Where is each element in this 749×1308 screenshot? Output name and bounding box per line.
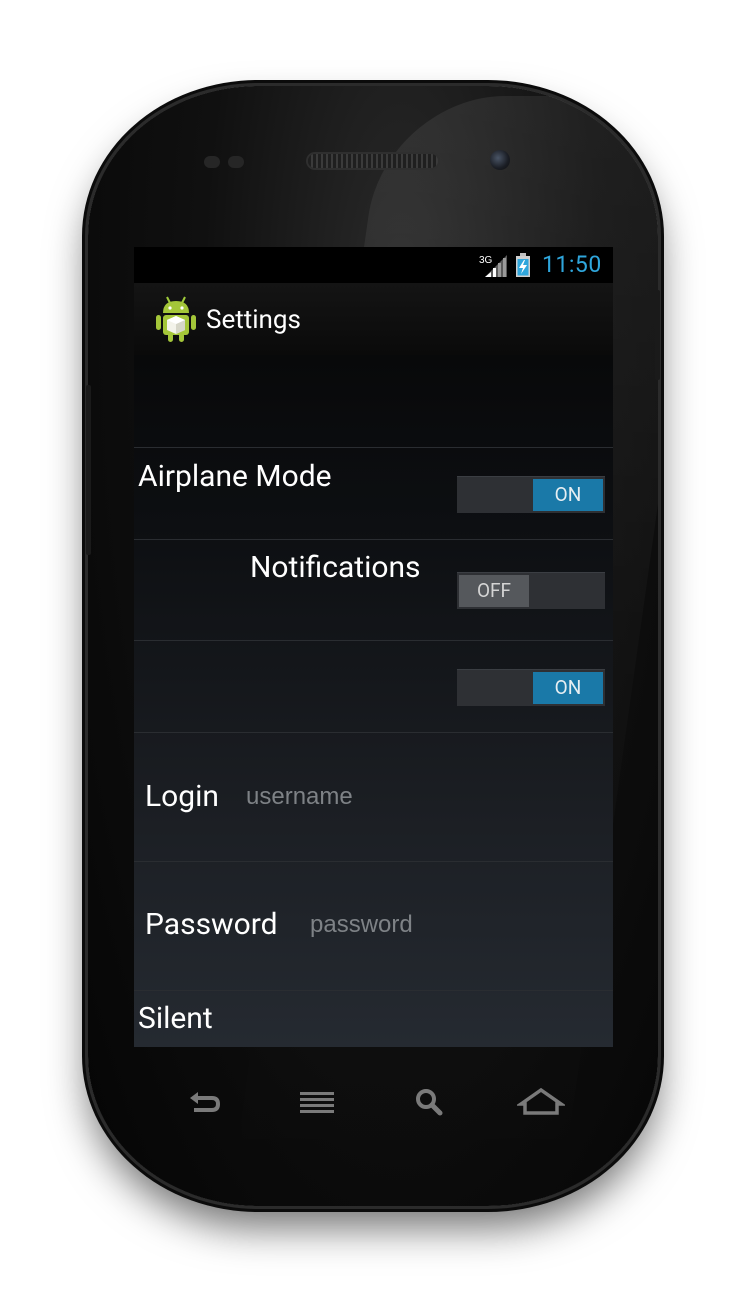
setting-row-silent: Silent [134,990,613,1047]
app-screen: 3G 11:50 Settings Airplane Mode ON Notif… [134,247,613,1047]
sensor-dot [204,156,220,168]
airplane-mode-toggle[interactable]: ON [457,476,605,513]
page-title: Settings [206,305,301,335]
toggle-thumb: ON [533,479,603,511]
silent-label: Silent [138,1001,213,1036]
earpiece-speaker [308,154,438,168]
username-input[interactable] [246,781,446,813]
network-type-label: 3G [479,255,493,266]
battery-charging-icon [516,253,530,277]
toggle-thumb: ON [533,672,603,704]
sensor-dot [228,156,244,168]
volume-button[interactable] [86,385,91,555]
setting-row-password: Password [134,861,613,990]
search-icon[interactable] [410,1084,450,1120]
android-robot-icon[interactable] [154,295,198,343]
status-bar: 3G 11:50 [134,247,613,283]
front-camera [490,150,510,170]
back-icon[interactable] [184,1084,224,1120]
setting-row-airplane-mode: Airplane Mode ON [134,447,613,539]
signal-3g-icon: 3G [479,255,507,277]
toggle-thumb: OFF [459,575,529,607]
setting-row-login: Login [134,732,613,861]
menu-icon[interactable] [298,1084,338,1120]
home-icon[interactable] [517,1084,565,1120]
password-label: Password [145,907,278,942]
action-bar: Settings [134,283,613,355]
proximity-sensor [204,156,244,168]
unlabeled-toggle[interactable]: ON [457,669,605,706]
notifications-toggle[interactable]: OFF [457,572,605,609]
airplane-mode-label: Airplane Mode [138,459,332,494]
notifications-label: Notifications [250,550,421,585]
navigation-bar [134,1072,613,1132]
password-input[interactable] [310,909,510,941]
setting-row-unlabeled: ON [134,640,613,732]
setting-row-notifications: Notifications OFF [134,539,613,640]
status-time: 11:50 [542,251,602,278]
power-button[interactable] [655,290,660,380]
login-label: Login [145,779,219,814]
